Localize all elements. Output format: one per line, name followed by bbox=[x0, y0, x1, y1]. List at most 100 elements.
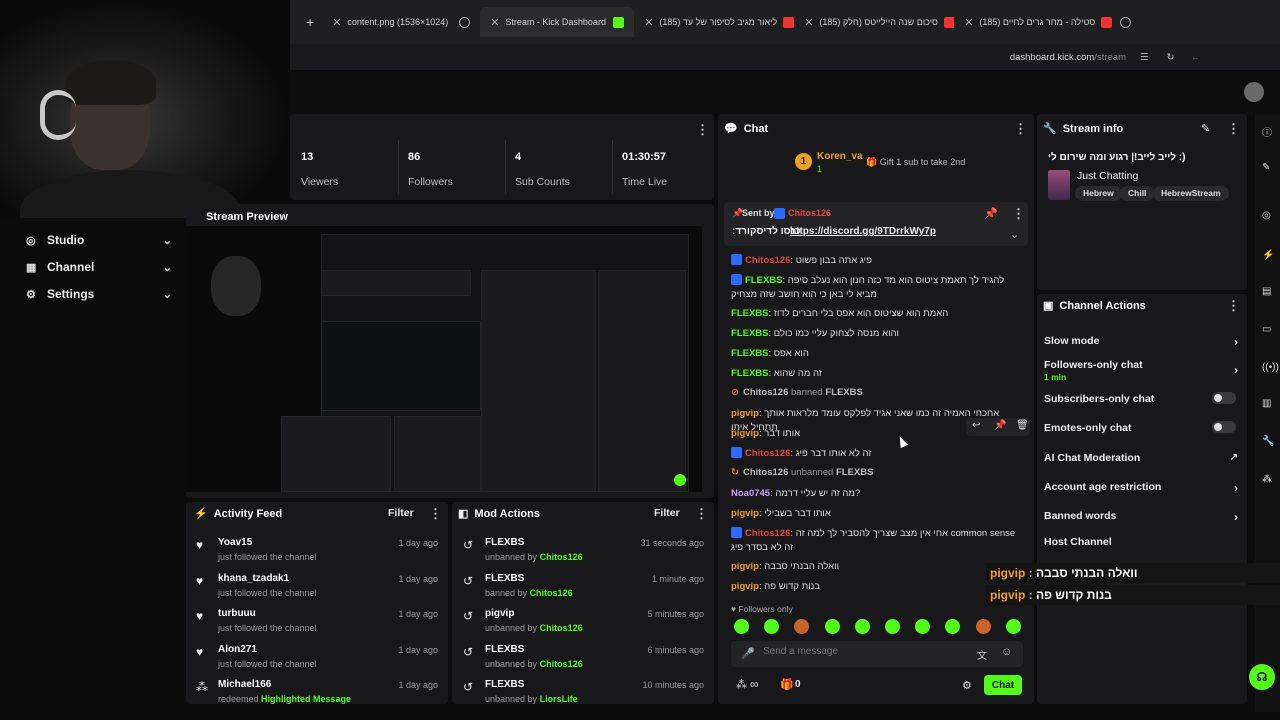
emote-icon[interactable] bbox=[824, 619, 840, 634]
unpin-icon[interactable]: 📌 bbox=[984, 207, 998, 220]
emote-icon[interactable] bbox=[975, 619, 991, 634]
emote-icon[interactable] bbox=[885, 619, 900, 634]
more-icon[interactable]: ⋮ bbox=[695, 506, 708, 522]
mod-actor[interactable]: Chitos126 bbox=[530, 588, 573, 598]
system-actor[interactable]: Chitos126 bbox=[743, 467, 788, 478]
users-icon[interactable]: ⁂ bbox=[736, 678, 747, 691]
emote-icon[interactable] bbox=[1005, 619, 1021, 634]
chat-message[interactable]: Noa0745: מה זה יש עליי דרמה? bbox=[731, 487, 1021, 501]
lightning-icon[interactable]: ⚡ bbox=[1262, 250, 1274, 261]
channel-action-item[interactable]: Emotes-only chat bbox=[1044, 421, 1244, 434]
more-icon[interactable]: ⋮ bbox=[429, 506, 442, 522]
emote-icon[interactable] bbox=[734, 619, 749, 634]
more-icon[interactable]: ⋮ bbox=[1227, 121, 1240, 137]
list-item[interactable]: ↺ FLEXBS unbanned by LiorsLife bbox=[463, 679, 578, 704]
channel-action-item[interactable]: Account age restriction › bbox=[1044, 481, 1244, 495]
browser-tab[interactable]: ✕ content.png (1536×1024) bbox=[322, 7, 480, 37]
chat-message[interactable]: Chitos126: זה לא אותו דבר פיג bbox=[731, 447, 1021, 461]
mod-actor[interactable]: LiorsLife bbox=[540, 694, 578, 704]
chat-message[interactable]: pigvip: אותו דבר בשבילי bbox=[731, 507, 1021, 521]
mod-target-name[interactable]: FLEXBS bbox=[485, 679, 578, 690]
list-item[interactable]: ↺ FLEXBS unbanned by Chitos126 bbox=[463, 644, 583, 669]
activity-user-name[interactable]: Yoav15 bbox=[218, 537, 317, 548]
reload-icon[interactable]: ↻ bbox=[1167, 52, 1175, 63]
close-icon[interactable]: ✕ bbox=[332, 16, 341, 29]
chat-username[interactable]: Chitos126 bbox=[745, 255, 790, 266]
reply-icon[interactable]: ↩ bbox=[972, 420, 980, 431]
microphone-icon[interactable]: 🎤 bbox=[741, 647, 755, 660]
chat-message[interactable]: FLEXBS: והוא מנסה לצחוק עליי כמו כולם bbox=[731, 327, 1021, 341]
close-icon[interactable]: ✕ bbox=[490, 16, 499, 29]
support-chat-button[interactable]: ☊ bbox=[1249, 664, 1275, 690]
mod-actor[interactable]: Chitos126 bbox=[540, 623, 583, 633]
emote-icon[interactable] bbox=[854, 619, 870, 634]
chat-input[interactable]: 🎤 文 ☺ bbox=[731, 641, 1023, 667]
mod-target-name[interactable]: FLEXBS bbox=[485, 644, 583, 655]
layers-icon[interactable]: ▥ bbox=[1262, 398, 1271, 409]
chevron-down-icon[interactable]: ⌄ bbox=[1010, 228, 1019, 241]
toggle-switch[interactable] bbox=[1212, 392, 1236, 404]
more-icon[interactable]: ⋮ bbox=[696, 122, 709, 138]
mod-target-name[interactable]: pigvip bbox=[485, 608, 583, 619]
gift-icon[interactable]: 🎁 bbox=[780, 678, 794, 691]
tag-hebrewstream[interactable]: HebrewStream bbox=[1153, 186, 1229, 201]
delete-icon[interactable]: 🗑 bbox=[1016, 420, 1029, 431]
system-target[interactable]: FLEXBS bbox=[836, 467, 873, 478]
chat-bubble-icon[interactable]: ▭ bbox=[1262, 324, 1271, 335]
mod-actor[interactable]: Chitos126 bbox=[540, 659, 583, 669]
chat-message[interactable]: FLEXBS: זה מה שהוא bbox=[731, 367, 1021, 381]
more-icon[interactable]: ⋮ bbox=[1012, 206, 1025, 222]
pin-icon[interactable]: 📌 bbox=[994, 420, 1006, 431]
chat-username[interactable]: FLEXBS bbox=[731, 368, 768, 379]
top-gifter-name[interactable]: Koren_va bbox=[817, 151, 863, 162]
list-item[interactable]: ⁂ Michael166 redeemed Highlighted Message bbox=[196, 679, 351, 704]
chat-username[interactable]: pigvip bbox=[731, 428, 759, 439]
chat-username[interactable]: pigvip bbox=[731, 581, 759, 592]
stream-preview-video[interactable] bbox=[186, 226, 702, 492]
browser-tab[interactable]: ✕ (185) ליאור מגיב לסיפור של עד bbox=[634, 7, 795, 37]
back-icon[interactable]: ← bbox=[1191, 52, 1201, 63]
list-item[interactable]: ↺ FLEXBS unbanned by Chitos126 bbox=[463, 537, 583, 562]
sidebar-item-studio[interactable]: ◎ Studio ⌄ bbox=[26, 233, 172, 247]
list-item[interactable]: ♥ Yoav15 just followed the channel bbox=[196, 537, 317, 562]
edit-icon[interactable]: ✎ bbox=[1262, 162, 1270, 173]
filter-button[interactable]: Filter bbox=[654, 507, 680, 519]
channel-action-item[interactable]: Followers-only chat 1 min › bbox=[1044, 359, 1244, 382]
address-bar[interactable]: dashboard.kick.com/stream ☰ ↻ ← bbox=[290, 44, 1280, 70]
new-tab-button[interactable]: + bbox=[298, 7, 322, 37]
channel-action-item[interactable]: Slow mode › bbox=[1044, 335, 1244, 349]
channel-action-item[interactable]: Subscribers-only chat bbox=[1044, 392, 1244, 405]
browser-tab[interactable]: ✕ (185) סטילה - מחר גרים לחיים bbox=[954, 7, 1114, 37]
sidebar-item-settings[interactable]: ⚙ Settings ⌄ bbox=[26, 287, 172, 301]
activity-user-name[interactable]: Michael166 bbox=[218, 679, 351, 690]
site-settings-icon[interactable]: ☰ bbox=[1140, 52, 1149, 63]
chat-username[interactable]: FLEXBS bbox=[731, 348, 768, 359]
avatar[interactable] bbox=[1244, 82, 1264, 102]
chat-message[interactable]: Chitos126: פיג אתה בבון פשוט bbox=[731, 254, 1021, 268]
chat-username[interactable]: FLEXBS bbox=[731, 328, 768, 339]
close-icon[interactable]: ✕ bbox=[964, 16, 973, 29]
more-icon[interactable]: ⋮ bbox=[1014, 121, 1027, 137]
sidebar-item-channel[interactable]: ▦ Channel ⌄ bbox=[26, 260, 172, 274]
chat-username[interactable]: Chitos126 bbox=[745, 448, 790, 459]
send-chat-button[interactable]: Chat bbox=[984, 675, 1022, 695]
browser-tab[interactable]: ✕ Stream - Kick Dashboard bbox=[480, 7, 635, 37]
chat-username[interactable]: FLEXBS bbox=[731, 308, 768, 319]
chat-message[interactable]: FLEXBS: להגיד לך תאמת ציטוס הוא מד כזה ח… bbox=[731, 274, 1021, 302]
close-icon[interactable]: ✕ bbox=[804, 16, 813, 29]
edit-icon[interactable]: ✎ bbox=[1201, 122, 1210, 135]
chat-message[interactable]: FLEXBS: האמת הוא שציטוס הוא אפס בלי חברי… bbox=[731, 307, 1021, 321]
mod-target-name[interactable]: FLEXBS bbox=[485, 573, 573, 584]
mod-actor[interactable]: Chitos126 bbox=[540, 552, 583, 562]
list-item[interactable]: ♥ khana_tzadak1 just followed the channel bbox=[196, 573, 317, 598]
chat-username[interactable]: Chitos126 bbox=[745, 528, 790, 539]
chat-message-input[interactable] bbox=[763, 646, 963, 657]
activity-user-name[interactable]: turbuuu bbox=[218, 608, 317, 619]
target-icon[interactable]: ◎ bbox=[1262, 210, 1271, 221]
channel-action-item[interactable]: Banned words › bbox=[1044, 510, 1244, 524]
list-item[interactable]: ↺ pigvip unbanned by Chitos126 bbox=[463, 608, 583, 633]
emoji-icon[interactable]: ☺ bbox=[1001, 646, 1012, 658]
list-item[interactable]: ↺ FLEXBS banned by Chitos126 bbox=[463, 573, 573, 598]
wrench-icon[interactable]: 🔧 bbox=[1262, 436, 1274, 447]
chat-username[interactable]: pigvip bbox=[731, 408, 759, 419]
